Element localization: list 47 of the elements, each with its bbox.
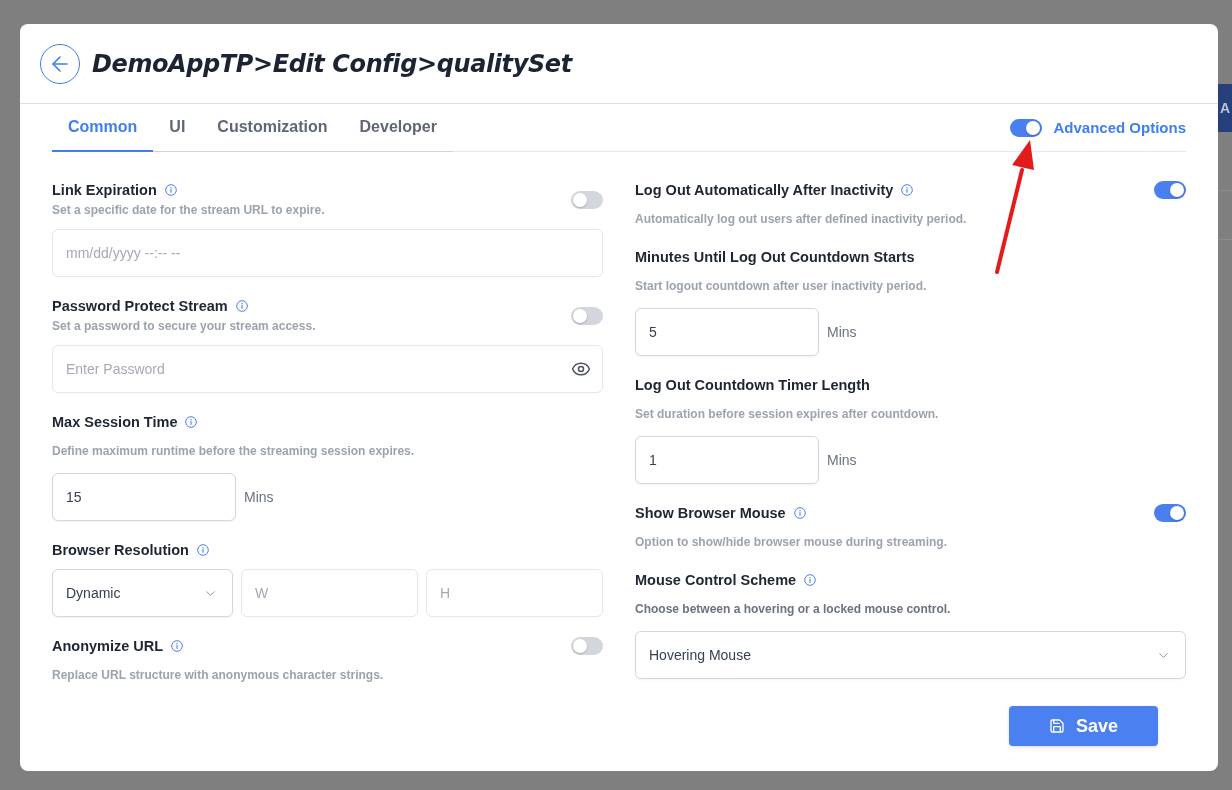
- page-title: DemoAppTP>Edit Config>qualitySet: [92, 49, 572, 78]
- toggle-switch[interactable]: [1010, 118, 1043, 137]
- backdrop-button[interactable]: A: [1218, 84, 1232, 132]
- setting-title: Show Browser Mouse: [635, 505, 786, 521]
- back-button[interactable]: [40, 43, 80, 84]
- setting-title: Log Out Countdown Timer Length: [635, 377, 870, 393]
- eye-icon[interactable]: [571, 359, 591, 379]
- dropdown-select[interactable]: Hovering Mouse: [635, 631, 1186, 679]
- unit-label: Mins: [244, 489, 274, 505]
- setting-title: Password Protect Stream: [52, 298, 228, 314]
- setting-description: Choose between a hovering or a locked mouse control.: [635, 601, 951, 618]
- tab[interactable]: Customization: [201, 104, 344, 152]
- tab[interactable]: Common: [52, 104, 154, 152]
- height-field[interactable]: H: [426, 569, 603, 617]
- setting-title: Log Out Automatically After Inactivity: [635, 182, 894, 198]
- unit-label: Mins: [827, 324, 857, 340]
- setting-description: Set duration before session expires after countdown.: [635, 406, 939, 423]
- dropdown-select[interactable]: Dynamic: [52, 569, 233, 617]
- width-field[interactable]: W: [241, 569, 418, 617]
- advanced-options-label: Advanced Options: [1053, 119, 1186, 136]
- setting-description: Automatically log out users after defined inactivity period.: [635, 211, 967, 228]
- setting-title: Link Expiration: [52, 182, 157, 198]
- setting-description: Replace URL structure with anonymous character strings.: [52, 667, 384, 684]
- unit-label: Mins: [827, 452, 857, 468]
- toggle-switch[interactable]: [571, 637, 603, 655]
- toggle-switch[interactable]: [1154, 504, 1186, 522]
- setting-title: Max Session Time: [52, 414, 178, 430]
- setting-title: Browser Resolution: [52, 542, 189, 558]
- number-field[interactable]: 5: [635, 308, 819, 356]
- password-field[interactable]: Enter Password: [52, 345, 603, 393]
- save-button[interactable]: Save: [1009, 706, 1158, 746]
- toggle-switch[interactable]: [571, 190, 603, 209]
- number-field[interactable]: 15: [52, 473, 236, 521]
- setting-title: Minutes Until Log Out Countdown Starts: [635, 249, 915, 265]
- setting-description: Option to show/hide browser mouse during streaming.: [635, 534, 948, 551]
- setting-description: Set a password to secure your stream access.: [52, 318, 316, 335]
- tab[interactable]: Developer: [343, 104, 453, 152]
- date-time-field[interactable]: mm/dd/yyyy --:-- --: [52, 229, 603, 277]
- setting-description: Start logout countdown after user inactivity period.: [635, 278, 927, 295]
- setting-title: Anonymize URL: [52, 638, 164, 654]
- setting-description: Set a specific date for the stream URL to expire.: [52, 202, 325, 219]
- number-field[interactable]: 1: [635, 436, 819, 484]
- setting-title: Mouse Control Scheme: [635, 572, 797, 588]
- toggle-switch[interactable]: [571, 306, 603, 325]
- setting-description: Define maximum runtime before the streaming session expires.: [52, 443, 415, 460]
- toggle-switch[interactable]: [1154, 181, 1186, 199]
- tab[interactable]: UI: [153, 104, 202, 152]
